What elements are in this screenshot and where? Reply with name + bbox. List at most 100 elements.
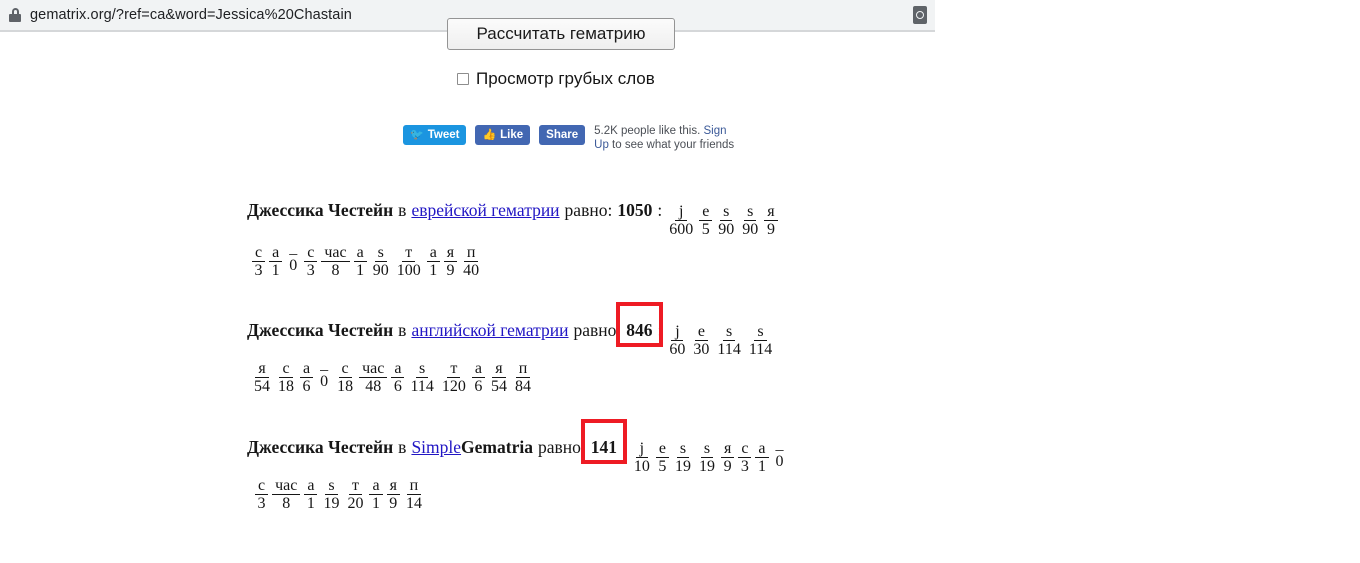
letter-cell: s [700, 440, 714, 458]
letter-cell: а [353, 244, 367, 262]
letter-value-column: с3 [738, 440, 752, 476]
equals-label: равно: [564, 200, 613, 220]
result-name: Джессика Честейн [247, 320, 394, 340]
value-cell: 54 [490, 378, 507, 395]
calculate-gematria-button[interactable]: Рассчитать гематрию [447, 18, 675, 50]
value-cell: 3 [306, 262, 315, 279]
letter-value-column: с3 [304, 244, 318, 280]
value-cell: 90 [372, 262, 389, 279]
letter-cell: s [754, 323, 767, 341]
gematria-result-block: Джессика Честейн в еврейской гематрии равно… [247, 200, 778, 279]
letter-cell: _ [289, 240, 298, 257]
value-cell: 9 [766, 221, 775, 238]
result-headline: Джессика Честейн в английской гематрии равн… [247, 320, 774, 359]
value-cell: 0 [320, 373, 329, 390]
tweet-button[interactable]: 🐦 Tweet [403, 125, 467, 145]
value-cell: 20 [347, 495, 364, 512]
gematria-result-block: Джессика Честейн в Simple Gematria равно: 14… [247, 436, 787, 512]
value-cell: 3 [254, 262, 263, 279]
extension-icon[interactable] [913, 6, 927, 24]
letter-cell: j [635, 440, 648, 458]
letter-cell: e [655, 440, 669, 458]
letter-cell: а [304, 477, 318, 495]
letter-cell: s [744, 203, 757, 221]
letter-value-column: п 14 [404, 477, 424, 513]
letter-cell: а [426, 244, 440, 262]
value-cell: 48 [365, 378, 382, 395]
gematria-result-block: Джессика Честейн в английской гематрии равн… [247, 320, 774, 395]
facebook-like-button[interactable]: 👍 Like [475, 125, 531, 145]
result-total-value: 141 [590, 437, 617, 457]
letter-value-column: т 100 [395, 244, 423, 280]
letter-cell: т [348, 477, 362, 495]
letter-value-column: а1 [426, 244, 440, 280]
letter-cell: s [325, 477, 338, 495]
preposition: в [398, 200, 407, 220]
letter-cell: а [269, 244, 283, 262]
letter-cell: п [406, 477, 422, 495]
letter-value-column: я9 [386, 477, 400, 513]
letter-cell: а [391, 360, 405, 378]
letter-value-column: с3 [255, 477, 269, 513]
letter-value-column: я9 [764, 203, 778, 239]
share-label: Share [546, 129, 579, 141]
letter-value-column: а1 [369, 477, 383, 513]
gematria-type-link[interactable]: английской гематрии [411, 320, 568, 341]
letter-cell: час [321, 244, 350, 262]
gematria-type-link[interactable]: еврейской гематрии [411, 200, 559, 221]
url-text: gematrix.org/?ref=ca&word=Jessica%20Chas… [30, 7, 352, 23]
letter-value-column: я 54 [489, 360, 509, 396]
like-label: Like [500, 129, 524, 141]
letter-value-column: п 84 [513, 360, 533, 396]
fb-tail-text: to see what your friends [608, 138, 735, 151]
value-cell: 19 [698, 458, 715, 475]
value-cell: 114 [748, 341, 773, 358]
letter-value-column: _ 0 [773, 436, 787, 471]
letter-value-column: s 19 [321, 477, 341, 513]
value-cell: 0 [775, 453, 784, 470]
rude-words-row[interactable]: Просмотр грубых слов [457, 69, 655, 89]
value-cell: 3 [257, 495, 266, 512]
row1-letter-grid: j 10 e 5 s 19 s 19 я 9 с 3 а 1 _ 0 [632, 436, 787, 476]
value-cell: 9 [446, 262, 455, 279]
letter-value-column: а1 [304, 477, 318, 513]
letter-value-column: s 90 [371, 244, 391, 280]
rude-words-checkbox[interactable] [457, 73, 469, 85]
letter-cell: s [374, 244, 387, 262]
letter-value-column: я9 [443, 244, 458, 280]
letter-value-column: _ 0 [286, 240, 300, 275]
letter-cell: а [300, 360, 314, 378]
value-cell: 114 [717, 341, 741, 358]
letter-cell: j [671, 323, 684, 341]
value-cell: 1 [757, 458, 766, 475]
letter-cell: я [255, 360, 269, 378]
letter-value-column: s 114 [715, 323, 742, 359]
letter-value-column: e5 [699, 203, 713, 239]
value-cell: 18 [278, 378, 294, 395]
letter-value-column: s 114 [408, 360, 435, 396]
letter-cell: s [676, 440, 690, 458]
value-cell: 19 [674, 458, 691, 475]
result-headline: Джессика Честейн в Simple Gematria равно: 14… [247, 436, 787, 476]
letter-value-column: час 8 [272, 477, 301, 513]
colon-separator: : [621, 437, 627, 457]
letter-value-column: e5 [655, 440, 669, 476]
letter-cell: а [369, 477, 383, 495]
letter-cell: а [755, 440, 769, 458]
result-second-row: с 3 час 8 а 1 s 19 т 20 а 1 я 9 п 14 [255, 477, 424, 513]
value-cell: 114 [410, 378, 434, 395]
result-second-row: я 54 с 18 а 6 _ 0 с 18 час 48 а 6 s 114 т 120 а 6 я 54 п 84 [252, 356, 533, 396]
letter-cell: а [471, 360, 485, 378]
value-cell: 18 [337, 378, 354, 395]
value-cell: 9 [723, 458, 732, 475]
letter-cell: e [694, 323, 708, 341]
gematria-type-link[interactable]: Simple [411, 437, 461, 458]
row1-letter-grid: j 600 e 5 s 90 s 90 я 9 [667, 203, 778, 239]
colon-separator: : [657, 200, 663, 220]
letter-value-column: j 10 [632, 440, 652, 476]
facebook-share-button[interactable]: Share [539, 125, 586, 145]
colon-separator: : [657, 320, 663, 340]
letter-cell: п [463, 244, 479, 262]
value-cell: 100 [396, 262, 421, 279]
letter-value-column: а1 [269, 244, 283, 280]
